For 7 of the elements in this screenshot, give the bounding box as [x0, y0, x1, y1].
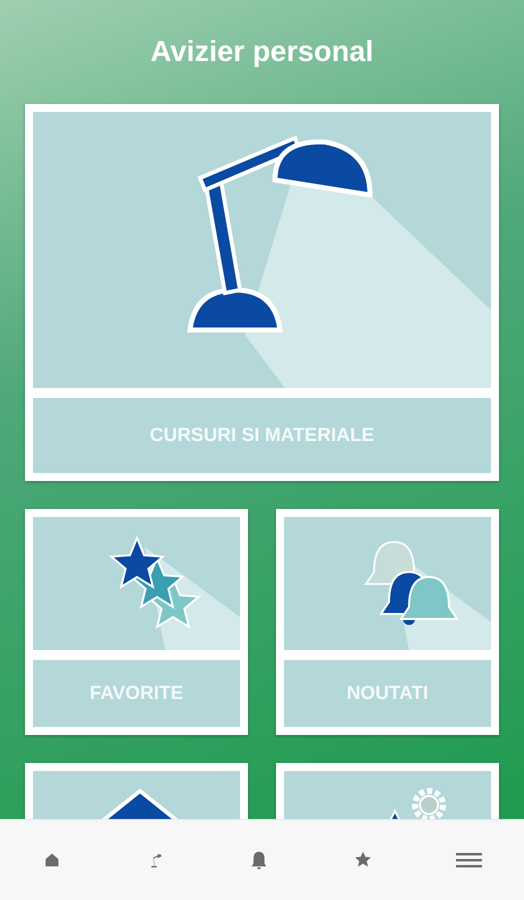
tile-label: CURSURI SI MATERIALE [33, 398, 491, 473]
menu-tile[interactable]: NOUTATI [276, 509, 499, 735]
page-title: Avizier personal [150, 34, 374, 70]
tile-label: FAVORITE [33, 660, 240, 727]
menu-tile[interactable]: CURSURI SI MATERIALE [25, 104, 499, 481]
menu-tile[interactable]: FAVORITE [25, 509, 248, 735]
tile-label: NOUTATI [284, 660, 491, 727]
